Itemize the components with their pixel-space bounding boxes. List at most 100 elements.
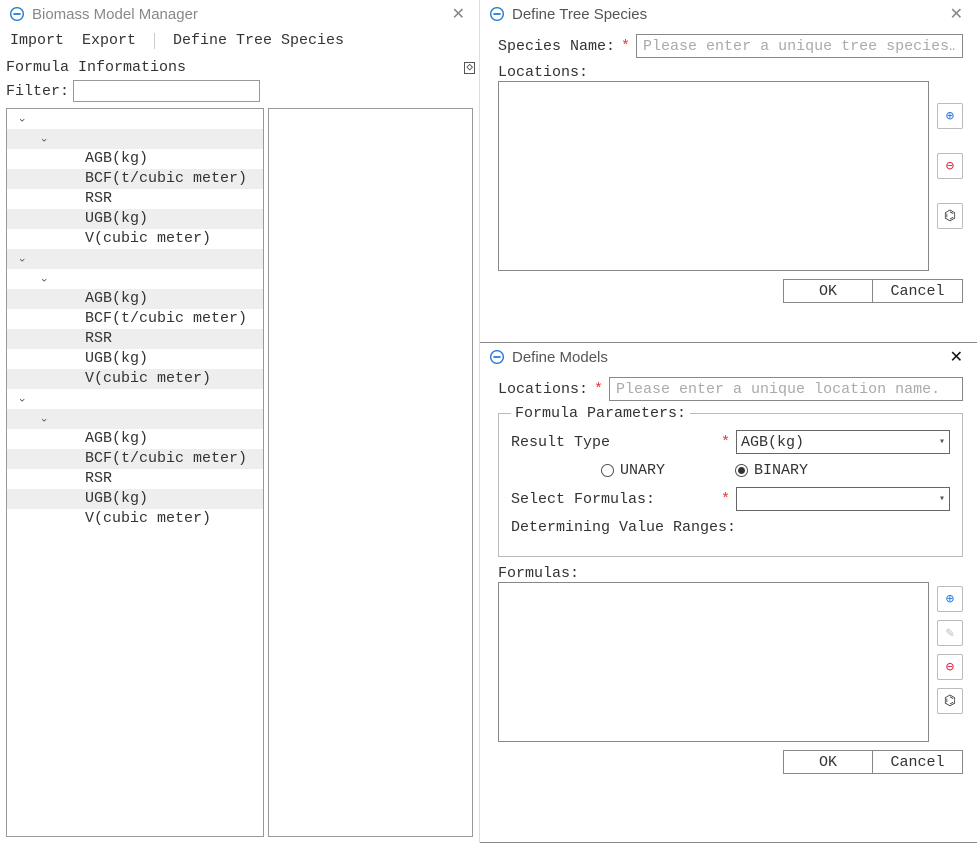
tree-item[interactable]: AGB(kg) — [7, 149, 263, 169]
locations-label: Locations: — [498, 381, 588, 398]
tree-item[interactable]: UGB(kg) — [7, 489, 263, 509]
tree-item-label: AGB(kg) — [85, 290, 148, 307]
tree-item[interactable]: BCF(t/cubic meter) — [7, 169, 263, 189]
titlebar: Biomass Model Manager ✕ — [0, 0, 479, 28]
tree-item-label: BCF(t/cubic meter) — [85, 170, 247, 187]
radio-unary[interactable]: UNARY — [601, 462, 665, 479]
close-icon[interactable]: ✕ — [944, 4, 969, 24]
define-models-dialog: Define Models ✕ Locations: * Formula Par… — [480, 343, 977, 843]
tree-item[interactable]: UGB(kg) — [7, 349, 263, 369]
tree-item-label: V(cubic meter) — [85, 370, 211, 387]
tree-item[interactable]: V(cubic meter) — [7, 229, 263, 249]
tree-item-label: UGB(kg) — [85, 210, 148, 227]
tree-item[interactable]: RSR — [7, 189, 263, 209]
add-formula-button[interactable]: ⊕ — [937, 586, 963, 612]
tree-item[interactable]: RSR — [7, 329, 263, 349]
formulas-label: Formulas: — [498, 565, 579, 582]
tree-item-label: UGB(kg) — [85, 490, 148, 507]
tree-item[interactable]: RSR — [7, 469, 263, 489]
plus-icon: ⊕ — [946, 108, 954, 125]
species-name-input[interactable] — [636, 34, 963, 58]
tree-item-label: V(cubic meter) — [85, 230, 211, 247]
cancel-button[interactable]: Cancel — [873, 279, 963, 303]
tree-group[interactable]: › — [7, 389, 263, 409]
dialog-title: Define Tree Species — [512, 6, 647, 23]
formula-tree[interactable]: ››AGB(kg)BCF(t/cubic meter)RSRUGB(kg)V(c… — [6, 108, 264, 837]
app-logo-icon — [488, 348, 506, 366]
define-tree-species-dialog: Define Tree Species ✕ Species Name: * Lo… — [480, 0, 977, 343]
tree-group[interactable]: › — [7, 109, 263, 129]
locations-input[interactable] — [609, 377, 963, 401]
ok-button[interactable]: OK — [783, 279, 873, 303]
tree-subgroup[interactable]: › — [7, 129, 263, 149]
formulas-listbox[interactable] — [498, 582, 929, 742]
result-type-label: Result Type — [511, 434, 721, 451]
tree-item-label: RSR — [85, 190, 112, 207]
close-icon[interactable]: ✕ — [446, 4, 471, 24]
chevron-down-icon: › — [11, 394, 31, 406]
add-location-button[interactable]: ⊕ — [937, 103, 963, 129]
required-marker: * — [594, 381, 603, 398]
panel-title: Formula Informations — [6, 59, 186, 76]
tree-group[interactable]: › — [7, 249, 263, 269]
radio-binary[interactable]: BINARY — [735, 462, 808, 479]
chevron-down-icon: ▾ — [939, 436, 945, 448]
clear-locations-button[interactable]: ⌬ — [937, 203, 963, 229]
required-marker: * — [721, 434, 730, 451]
dialog-title: Define Models — [512, 349, 608, 366]
tree-item[interactable]: UGB(kg) — [7, 209, 263, 229]
clear-formulas-button[interactable]: ⌬ — [937, 688, 963, 714]
locations-label: Locations: — [498, 64, 588, 81]
select-formulas-select[interactable]: ▾ — [736, 487, 950, 511]
tree-subgroup[interactable]: › — [7, 269, 263, 289]
chevron-down-icon: ▾ — [939, 493, 945, 505]
app-logo-icon — [8, 5, 26, 23]
locations-listbox[interactable] — [498, 81, 929, 271]
tree-item-label: BCF(t/cubic meter) — [85, 310, 247, 327]
tree-item[interactable]: V(cubic meter) — [7, 369, 263, 389]
species-name-label: Species Name: — [498, 38, 615, 55]
menu-import[interactable]: Import — [10, 32, 64, 49]
radio-on-icon — [735, 464, 748, 477]
tree-item-label: RSR — [85, 330, 112, 347]
chevron-down-icon: › — [11, 254, 31, 266]
filter-label: Filter: — [6, 83, 69, 100]
formula-parameters-group: Formula Parameters: Result Type * AGB(kg… — [498, 405, 963, 557]
plus-icon: ⊕ — [946, 591, 954, 608]
edit-formula-button[interactable]: ✎ — [937, 620, 963, 646]
dock-icon[interactable]: ◇ — [464, 62, 475, 74]
edit-icon: ✎ — [946, 625, 954, 642]
remove-formula-button[interactable]: ⊖ — [937, 654, 963, 680]
tree-item-label: BCF(t/cubic meter) — [85, 450, 247, 467]
broom-icon: ⌬ — [944, 693, 956, 710]
tree-item-label: AGB(kg) — [85, 150, 148, 167]
filter-input[interactable] — [73, 80, 260, 102]
ok-button[interactable]: OK — [783, 750, 873, 774]
close-icon[interactable]: ✕ — [944, 347, 969, 367]
tree-item-label: AGB(kg) — [85, 430, 148, 447]
radio-binary-label: BINARY — [754, 462, 808, 479]
biomass-model-manager-window: Biomass Model Manager ✕ Import Export De… — [0, 0, 480, 843]
radio-unary-label: UNARY — [620, 462, 665, 479]
menu-export[interactable]: Export — [82, 32, 136, 49]
tree-item[interactable]: AGB(kg) — [7, 289, 263, 309]
menu-define-species[interactable]: Define Tree Species — [173, 32, 344, 49]
tree-subgroup[interactable]: › — [7, 409, 263, 429]
menubar: Import Export Define Tree Species — [0, 28, 479, 57]
menu-separator — [154, 33, 155, 49]
chevron-down-icon: › — [33, 134, 53, 146]
select-formulas-label: Select Formulas: — [511, 491, 721, 508]
tree-item[interactable]: BCF(t/cubic meter) — [7, 309, 263, 329]
result-type-select[interactable]: AGB(kg) ▾ — [736, 430, 950, 454]
cancel-button[interactable]: Cancel — [873, 750, 963, 774]
tree-item[interactable]: BCF(t/cubic meter) — [7, 449, 263, 469]
broom-icon: ⌬ — [944, 208, 956, 225]
remove-location-button[interactable]: ⊖ — [937, 153, 963, 179]
ranges-label: Determining Value Ranges: — [511, 519, 736, 536]
required-marker: * — [621, 38, 630, 55]
formula-parameters-legend: Formula Parameters: — [511, 405, 690, 422]
tree-item[interactable]: V(cubic meter) — [7, 509, 263, 529]
chevron-down-icon: › — [33, 274, 53, 286]
tree-item-label: UGB(kg) — [85, 350, 148, 367]
tree-item[interactable]: AGB(kg) — [7, 429, 263, 449]
